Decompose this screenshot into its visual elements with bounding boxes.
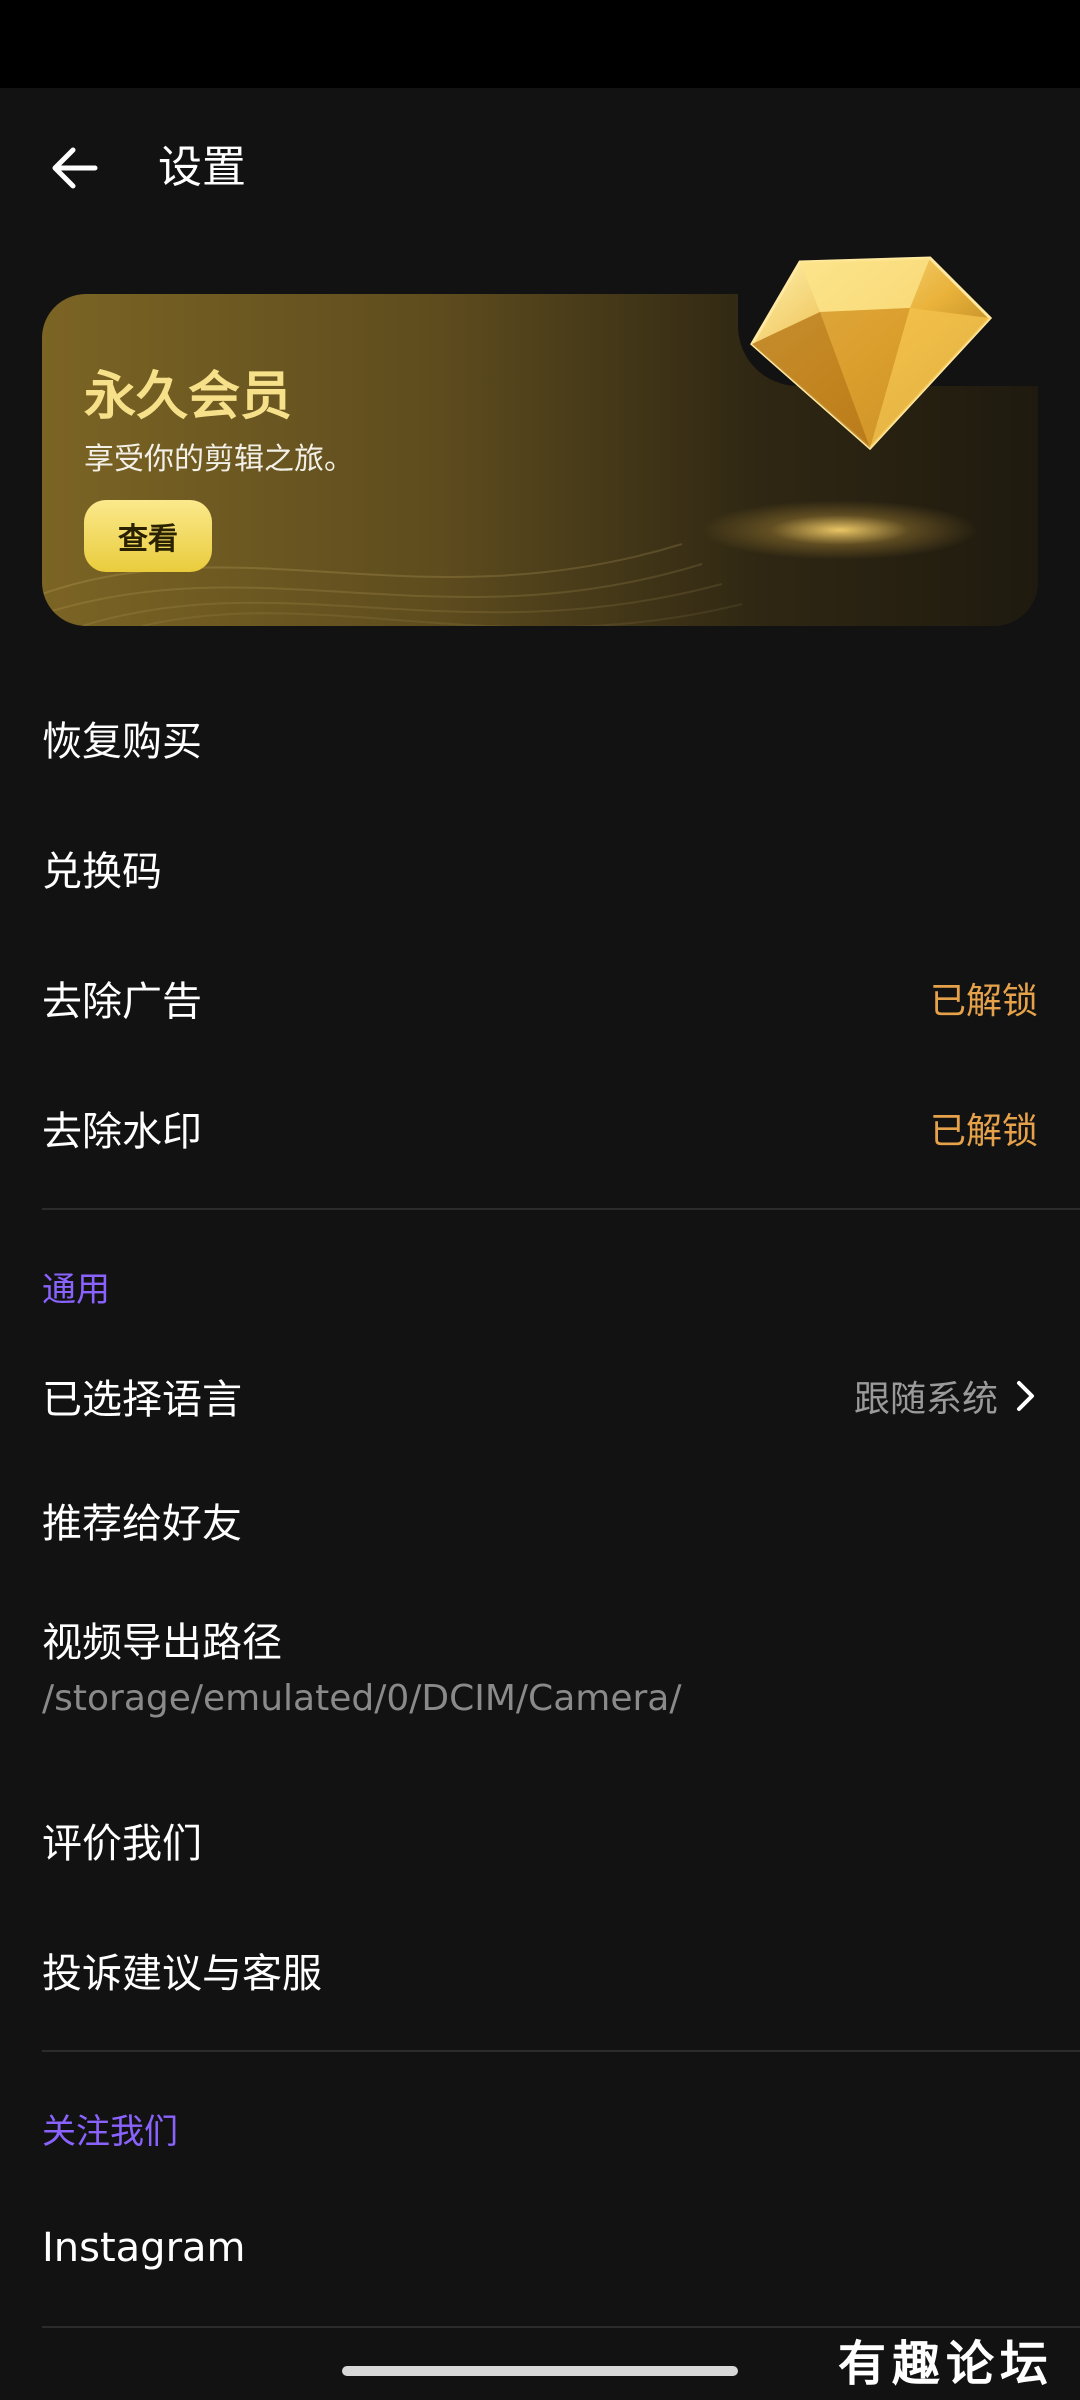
page-title: 设置 bbox=[158, 142, 246, 193]
export-path-row[interactable]: 视频导出路径 /storage/emulated/0/DCIM/Camera/ bbox=[42, 1610, 1038, 1746]
section-divider bbox=[42, 1208, 1080, 1210]
instagram-label: Instagram bbox=[42, 2225, 246, 2271]
status-bar bbox=[0, 0, 1080, 88]
sparkle-glow bbox=[700, 500, 980, 560]
rate-us-row[interactable]: 评价我们 bbox=[42, 1802, 1038, 1878]
remove-ads-status: 已解锁 bbox=[929, 981, 1038, 1022]
vip-title: 永久会员 bbox=[84, 367, 293, 427]
remove-ads-label: 去除广告 bbox=[42, 979, 202, 1025]
language-row[interactable]: 已选择语言 跟随系统 bbox=[42, 1358, 1038, 1434]
back-button[interactable] bbox=[40, 134, 108, 202]
recommend-friends-row[interactable]: 推荐给好友 bbox=[42, 1482, 1038, 1558]
section-divider bbox=[42, 2050, 1080, 2052]
redeem-code-row[interactable]: 兑换码 bbox=[42, 830, 1038, 906]
instagram-row[interactable]: Instagram bbox=[42, 2210, 1038, 2286]
redeem-code-label: 兑换码 bbox=[42, 849, 162, 895]
feedback-label: 投诉建议与客服 bbox=[42, 1951, 322, 1997]
export-path-value: /storage/emulated/0/DCIM/Camera/ bbox=[42, 1678, 682, 1719]
feedback-row[interactable]: 投诉建议与客服 bbox=[42, 1932, 1038, 2008]
remove-watermark-row[interactable]: 去除水印 已解锁 bbox=[42, 1090, 1038, 1166]
restore-purchase-row[interactable]: 恢复购买 bbox=[42, 700, 1038, 776]
diamond-icon bbox=[750, 256, 993, 451]
section-title-general: 通用 bbox=[42, 1270, 110, 1310]
arrow-left-icon bbox=[52, 147, 98, 189]
export-path-label: 视频导出路径 bbox=[42, 1620, 282, 1666]
view-membership-button[interactable]: 查看 bbox=[84, 500, 212, 572]
recommend-friends-label: 推荐给好友 bbox=[42, 1501, 242, 1547]
vip-subtitle: 享受你的剪辑之旅。 bbox=[84, 442, 354, 477]
remove-ads-row[interactable]: 去除广告 已解锁 bbox=[42, 960, 1038, 1036]
remove-watermark-label: 去除水印 bbox=[42, 1109, 202, 1155]
forum-watermark: 有趣论坛 bbox=[837, 2336, 1054, 2392]
section-title-follow-us: 关注我们 bbox=[42, 2112, 178, 2152]
language-label: 已选择语言 bbox=[42, 1377, 242, 1423]
top-app-bar: 设置 bbox=[0, 88, 1080, 240]
language-value-group: 跟随系统 bbox=[854, 1370, 1038, 1422]
restore-purchase-label: 恢复购买 bbox=[42, 719, 202, 765]
remove-watermark-status: 已解锁 bbox=[929, 1111, 1038, 1152]
chevron-right-icon bbox=[1017, 1381, 1034, 1411]
language-value: 跟随系统 bbox=[853, 1379, 998, 1420]
rate-us-label: 评价我们 bbox=[42, 1821, 202, 1867]
home-indicator[interactable] bbox=[342, 2366, 738, 2376]
